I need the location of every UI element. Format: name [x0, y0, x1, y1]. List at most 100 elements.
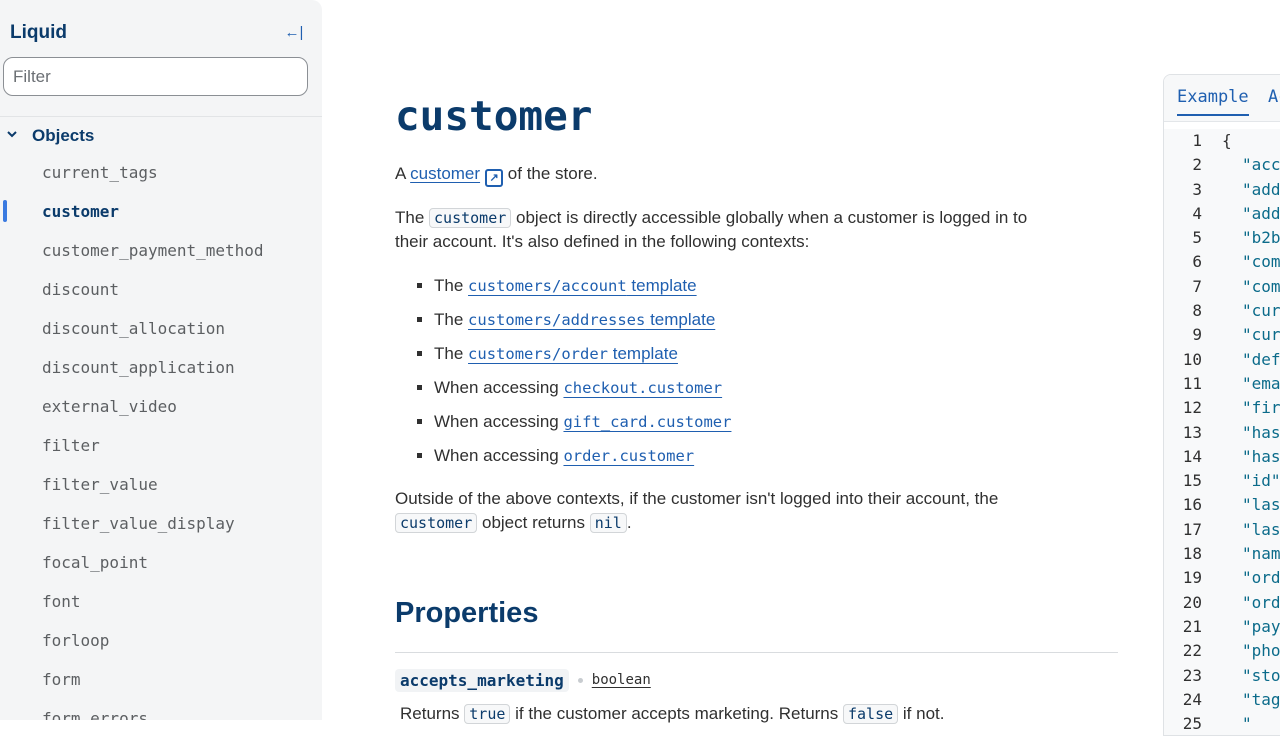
line-number: 3: [1192, 179, 1202, 199]
divider: [395, 652, 1118, 653]
code-line: 5 "b2b: [1164, 226, 1280, 250]
section-label: Objects: [32, 126, 95, 145]
link-code: order.customer: [563, 447, 695, 465]
desc-text-1: Returns: [400, 704, 460, 723]
list-item-prefix: When accessing: [434, 412, 559, 431]
line-content: "ema: [1242, 373, 1280, 393]
list-item: The customers/addresses template: [417, 307, 731, 341]
sidebar-item-label: forloop: [42, 631, 110, 650]
sidebar-item-external-video[interactable]: external_video: [0, 387, 322, 426]
code-line: 12 "fir: [1164, 396, 1280, 420]
line-content: "def: [1242, 349, 1280, 369]
sidebar-item-label: customer_payment_method: [42, 241, 264, 260]
code-line: 10 "def: [1164, 348, 1280, 372]
properties-heading: Properties: [395, 597, 539, 629]
line-content: "cur: [1242, 301, 1280, 321]
context-link-checkout-customer[interactable]: checkout.customer: [563, 378, 722, 397]
sidebar-item-customer[interactable]: customer: [0, 192, 322, 231]
sidebar-item-filter[interactable]: filter: [0, 426, 322, 465]
line-number: 8: [1192, 301, 1202, 321]
code-line: 24 "tag: [1164, 688, 1280, 712]
access-text-3: their account. It's also defined in the …: [395, 232, 810, 251]
context-link-account[interactable]: customers/account template: [468, 276, 697, 295]
line-content: "cur: [1242, 325, 1280, 345]
line-number: 1: [1192, 131, 1202, 150]
code-line: 23 "sto: [1164, 664, 1280, 688]
main-content: customer A customer ↗ of the store. The c…: [395, 0, 1120, 724]
line-content: "has: [1242, 446, 1280, 466]
line-number: 12: [1182, 398, 1202, 418]
sidebar-item-forloop[interactable]: forloop: [0, 621, 322, 660]
code-line: 3 "add: [1164, 178, 1280, 202]
page-title: customer: [395, 92, 593, 140]
sidebar: Liquid ←| Objects current_tags customer …: [0, 0, 322, 720]
customer-external-link[interactable]: customer: [410, 164, 480, 183]
inline-code-true: true: [464, 704, 511, 724]
line-number: 7: [1192, 276, 1202, 296]
code-line: 13 "has: [1164, 421, 1280, 445]
outside-text-2: object returns: [481, 513, 585, 532]
sidebar-item-current-tags[interactable]: current_tags: [0, 153, 322, 192]
line-content: "ord: [1242, 592, 1280, 612]
line-number: 16: [1182, 495, 1202, 515]
access-paragraph: The customer object is directly accessib…: [395, 206, 1095, 254]
list-item-prefix: When accessing: [434, 378, 559, 397]
tab-example[interactable]: Example: [1177, 87, 1249, 116]
code-line: 1{: [1164, 129, 1280, 153]
context-link-addresses[interactable]: customers/addresses template: [468, 310, 715, 329]
contexts-list: The customers/account template The custo…: [417, 273, 731, 477]
line-content: "com: [1242, 252, 1280, 272]
line-number: 18: [1182, 544, 1202, 564]
filter-input[interactable]: [3, 57, 308, 96]
code-line: 20 "ord: [1164, 591, 1280, 615]
list-item-prefix: When accessing: [434, 446, 559, 465]
sidebar-item-filter-value-display[interactable]: filter_value_display: [0, 504, 322, 543]
inline-code-nil: nil: [589, 513, 627, 533]
sidebar-item-label: filter: [42, 436, 100, 455]
line-content: "add: [1242, 203, 1280, 223]
sidebar-item-filter-value[interactable]: filter_value: [0, 465, 322, 504]
access-text-2: object is directly accessible globally w…: [516, 208, 1028, 227]
link-code: gift_card.customer: [563, 413, 732, 431]
line-content: "sto: [1242, 665, 1280, 685]
line-content: "ord: [1242, 568, 1280, 588]
line-number: 25: [1182, 714, 1202, 734]
property-type-link[interactable]: boolean: [592, 672, 651, 688]
property-name[interactable]: accepts_marketing: [395, 668, 569, 692]
context-link-gift-card-customer[interactable]: gift_card.customer: [563, 412, 731, 431]
code-line: 14 "has: [1164, 445, 1280, 469]
outside-paragraph: Outside of the above contexts, if the cu…: [395, 487, 1095, 535]
code-line: 11 "ema: [1164, 372, 1280, 396]
sidebar-item-label: current_tags: [42, 163, 158, 182]
context-link-order-customer[interactable]: order.customer: [563, 446, 694, 465]
sidebar-item-label: form: [42, 670, 81, 689]
code-line: 19 "ord: [1164, 566, 1280, 590]
sidebar-item-label: focal_point: [42, 553, 148, 572]
context-link-order[interactable]: customers/order template: [468, 344, 678, 363]
line-number: 23: [1182, 665, 1202, 685]
collapse-sidebar-icon[interactable]: ←|: [284, 23, 304, 43]
outside-text-3: .: [626, 513, 632, 532]
sidebar-item-form-errors[interactable]: form_errors: [0, 699, 322, 720]
line-content: "fir: [1242, 398, 1280, 418]
sidebar-item-discount-allocation[interactable]: discount_allocation: [0, 309, 322, 348]
sidebar-item-customer-payment-method[interactable]: customer_payment_method: [0, 231, 322, 270]
section-toggle-objects[interactable]: Objects: [6, 124, 94, 148]
inline-code-false: false: [843, 704, 899, 724]
sidebar-item-focal-point[interactable]: focal_point: [0, 543, 322, 582]
external-link-icon[interactable]: ↗: [485, 169, 504, 187]
sidebar-item-discount[interactable]: discount: [0, 270, 322, 309]
sidebar-item-discount-application[interactable]: discount_application: [0, 348, 322, 387]
line-content: "pho: [1242, 641, 1280, 661]
code-line: 6 "com: [1164, 250, 1280, 274]
tab-second[interactable]: Ac: [1268, 87, 1280, 107]
sidebar-item-form[interactable]: form: [0, 660, 322, 699]
sidebar-item-font[interactable]: font: [0, 582, 322, 621]
desc-text-3: if not.: [902, 704, 945, 723]
code-line: 7 "com: [1164, 275, 1280, 299]
link-text: template: [626, 276, 697, 295]
line-number: 5: [1192, 228, 1202, 248]
sidebar-nav: current_tags customer customer_payment_m…: [0, 153, 322, 720]
list-item-prefix: The: [434, 310, 464, 329]
code-line: 17 "las: [1164, 518, 1280, 542]
